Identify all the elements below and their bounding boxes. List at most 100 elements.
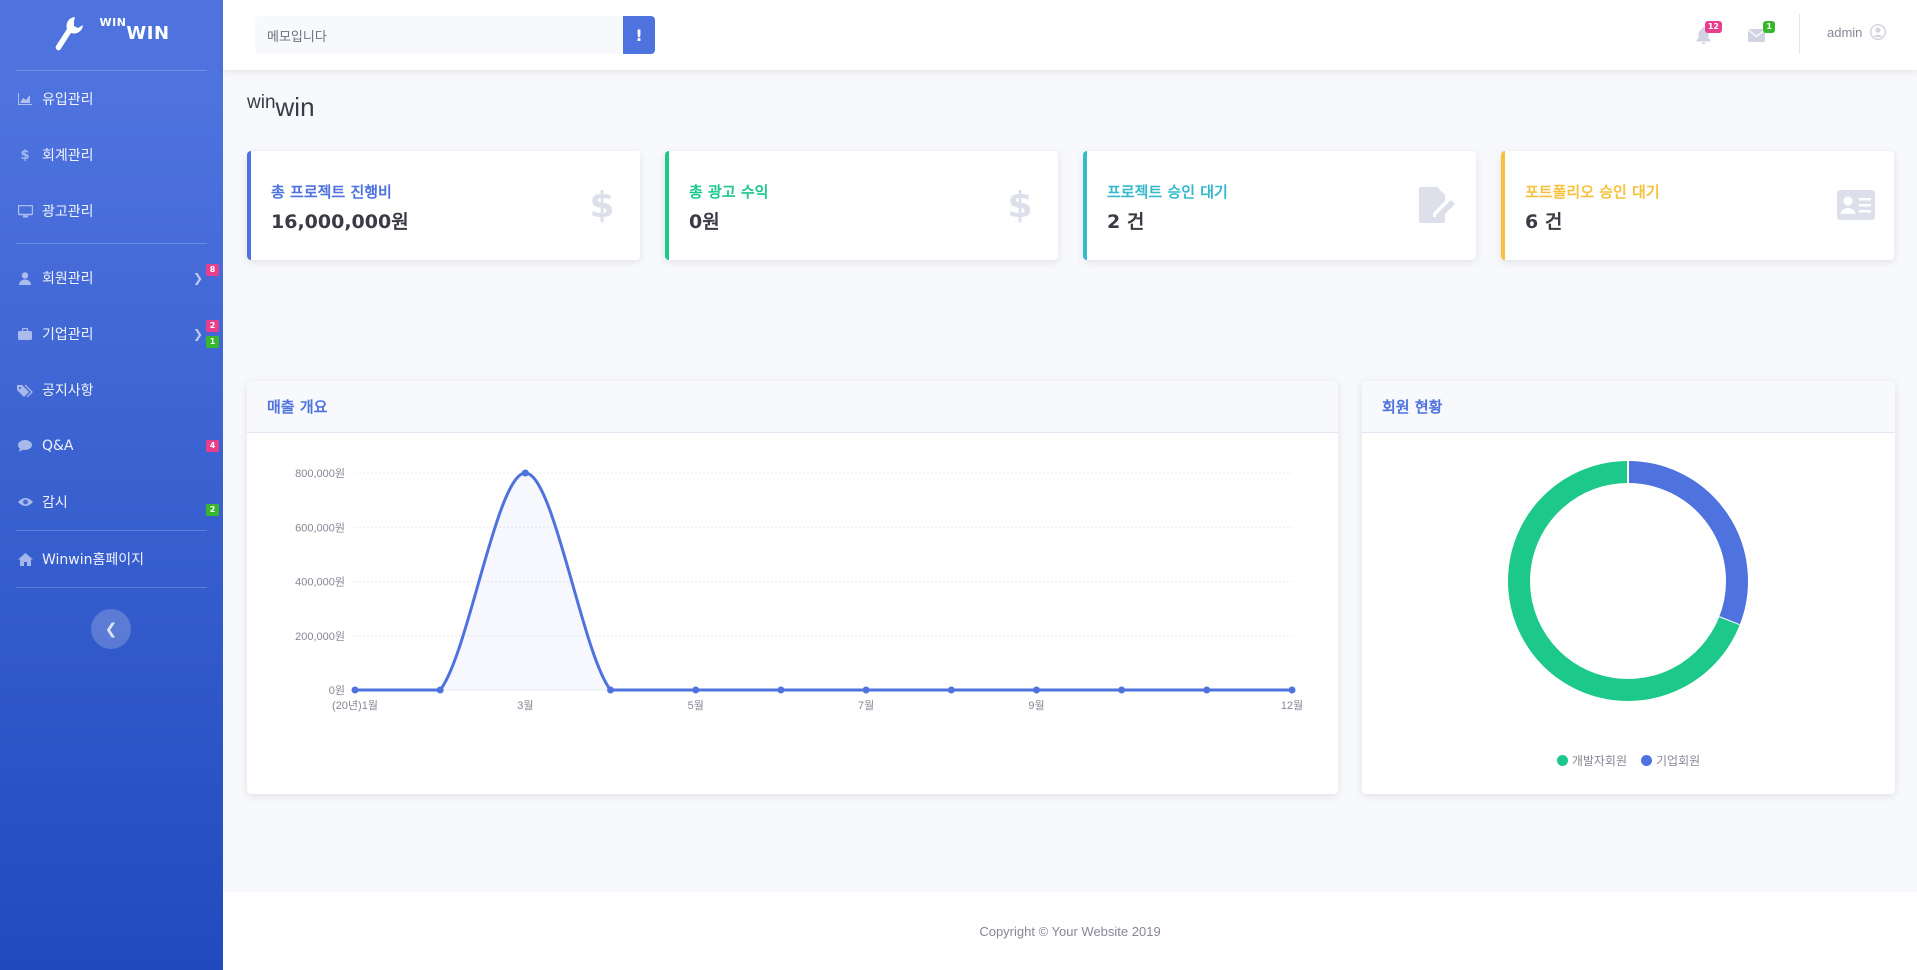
- legend-swatch: [1641, 755, 1653, 766]
- chevron-right-icon: ❯: [192, 271, 203, 285]
- legend-item-company: 기업회원: [1641, 752, 1700, 769]
- sidebar-item-members[interactable]: 회원관리 ❯ 8: [0, 250, 223, 306]
- data-point[interactable]: [1118, 686, 1126, 694]
- legend-swatch: [1556, 755, 1568, 766]
- data-point[interactable]: [1032, 686, 1040, 694]
- y-tick-label: 400,000원: [295, 576, 345, 589]
- comment-icon: [16, 438, 34, 454]
- donut-slice-company[interactable]: [1627, 461, 1748, 626]
- page-title: winwin: [247, 92, 315, 122]
- user-icon: [16, 270, 34, 286]
- data-point[interactable]: [692, 686, 700, 694]
- messages-button[interactable]: 1: [1745, 21, 1775, 46]
- footer: Copyright © Your Website 2019: [223, 892, 1917, 970]
- dollar-icon: $: [20, 147, 30, 163]
- data-point[interactable]: [1288, 686, 1296, 694]
- data-point[interactable]: [607, 686, 615, 694]
- memo-submit-button[interactable]: !: [623, 16, 655, 54]
- data-point[interactable]: [947, 686, 955, 694]
- x-tick-label: 9월: [1028, 699, 1044, 712]
- y-tick-label: 800,000원: [295, 467, 345, 480]
- sidebar-item-companies[interactable]: 기업관리 ❯ 2 1: [0, 306, 223, 362]
- sidebar-item-label: Winwin홈페이지: [42, 552, 145, 568]
- legend-item-developer: 개발자회원: [1556, 752, 1627, 769]
- x-tick-label: (20년)1월: [332, 699, 378, 712]
- messages-count-badge: 1: [1763, 21, 1775, 33]
- stat-label: 포트폴리오 승인 대기: [1525, 183, 1660, 201]
- user-menu[interactable]: admin: [1827, 24, 1887, 40]
- chevron-left-icon: ❮: [104, 620, 118, 638]
- stat-card-project-cost: 총 프로젝트 진행비 16,000,000원 $: [247, 151, 640, 260]
- sidebar-item-label: 기업관리: [42, 327, 94, 343]
- data-point[interactable]: [521, 469, 529, 477]
- sidebar-item-ads[interactable]: 광고관리: [0, 183, 223, 239]
- data-point[interactable]: [1203, 686, 1211, 694]
- sidebar-item-notices[interactable]: 공지사항: [0, 362, 223, 418]
- topbar-divider: [1799, 14, 1800, 54]
- sidebar-item-accounting[interactable]: $ 회계관리: [0, 127, 223, 183]
- qna-badge: 4: [206, 440, 219, 452]
- dollar-icon: $: [589, 184, 615, 226]
- stat-value: 2 건: [1107, 211, 1145, 233]
- sidebar-item-label: Q&A: [42, 438, 74, 454]
- sidebar-item-label: 공지사항: [42, 383, 94, 399]
- dollar-icon: $: [1007, 184, 1033, 226]
- companies-badge-new: 2: [206, 320, 219, 332]
- copyright-text: Copyright © Your Website 2019: [979, 923, 1161, 939]
- x-tick-label: 12월: [1281, 699, 1303, 712]
- y-tick-label: 0원: [329, 684, 345, 697]
- envelope-icon: [1747, 28, 1765, 42]
- stat-value: 16,000,000원: [271, 211, 409, 233]
- y-tick-label: 200,000원: [295, 630, 345, 643]
- companies-badge-pending: 1: [206, 336, 219, 348]
- chart-legend: 개발자회원 기업회원: [1362, 752, 1895, 769]
- sidebar-item-label: 회원관리: [42, 271, 94, 287]
- data-point[interactable]: [777, 686, 785, 694]
- data-point[interactable]: [436, 686, 444, 694]
- eye-icon: [16, 494, 34, 510]
- member-status-card: 회원 현황 개발자회원 기업회원: [1362, 381, 1895, 794]
- alerts-button[interactable]: 12: [1692, 21, 1722, 46]
- stat-label: 프로젝트 승인 대기: [1107, 183, 1228, 201]
- chart-area-icon: [16, 91, 34, 107]
- chevron-right-icon: ❯: [192, 327, 203, 341]
- sidebar-divider: [16, 243, 207, 244]
- stat-value: 6 건: [1525, 211, 1563, 233]
- sidebar-item-inflow[interactable]: 유입관리: [0, 71, 223, 127]
- file-signature-icon: [1418, 185, 1458, 225]
- username: admin: [1827, 24, 1863, 40]
- sidebar-item-monitor[interactable]: 감시 2: [0, 474, 223, 530]
- x-tick-label: 3월: [517, 699, 533, 712]
- stat-label: 총 프로젝트 진행비: [271, 183, 392, 201]
- brand-name: WINWIN: [99, 16, 170, 44]
- stat-card-project-pending: 프로젝트 승인 대기 2 건: [1083, 151, 1476, 260]
- wrench-icon: [53, 15, 85, 55]
- sidebar-brand[interactable]: WINWIN: [0, 0, 223, 70]
- sidebar-item-homepage[interactable]: Winwin홈페이지: [0, 531, 223, 587]
- sidebar-toggle-button[interactable]: ❮: [91, 609, 131, 649]
- sidebar-item-qna[interactable]: Q&A 4: [0, 418, 223, 474]
- stat-card-ad-revenue: 총 광고 수익 0원 $: [665, 151, 1058, 260]
- sidebar-item-label: 회계관리: [42, 148, 94, 164]
- desktop-icon: [16, 203, 34, 219]
- sidebar-divider: [16, 587, 207, 588]
- alerts-count-badge: 12: [1704, 21, 1722, 33]
- memo-form: !: [255, 16, 655, 54]
- stat-card-portfolio-pending: 포트폴리오 승인 대기 6 건: [1501, 151, 1894, 260]
- sales-overview-card: 매출 개요 0원 200,000원 400,000원 600,000원 800,000원…: [247, 381, 1338, 794]
- monitor-badge: 2: [206, 504, 219, 516]
- y-tick-label: 600,000원: [295, 521, 345, 534]
- topbar: ! 12 1 admin: [223, 0, 1917, 70]
- sales-overview-title: 매출 개요: [247, 381, 1338, 433]
- stat-label: 총 광고 수익: [689, 183, 769, 201]
- data-point[interactable]: [351, 686, 359, 694]
- sales-area-chart: 0원 200,000원 400,000원 600,000원 800,000원 (20년)1…: [295, 467, 1303, 712]
- home-icon: [16, 551, 34, 567]
- data-point[interactable]: [862, 686, 870, 694]
- memo-input[interactable]: [255, 16, 623, 54]
- user-circle-icon: [1870, 24, 1887, 40]
- stat-value: 0원: [689, 211, 720, 233]
- member-donut-chart: [1508, 461, 1748, 701]
- sidebar: WINWIN 유입관리 $ 회계관리 광고관리 회원관리 ❯ 8 기업관리 ❯ …: [0, 0, 223, 970]
- briefcase-icon: [16, 326, 34, 342]
